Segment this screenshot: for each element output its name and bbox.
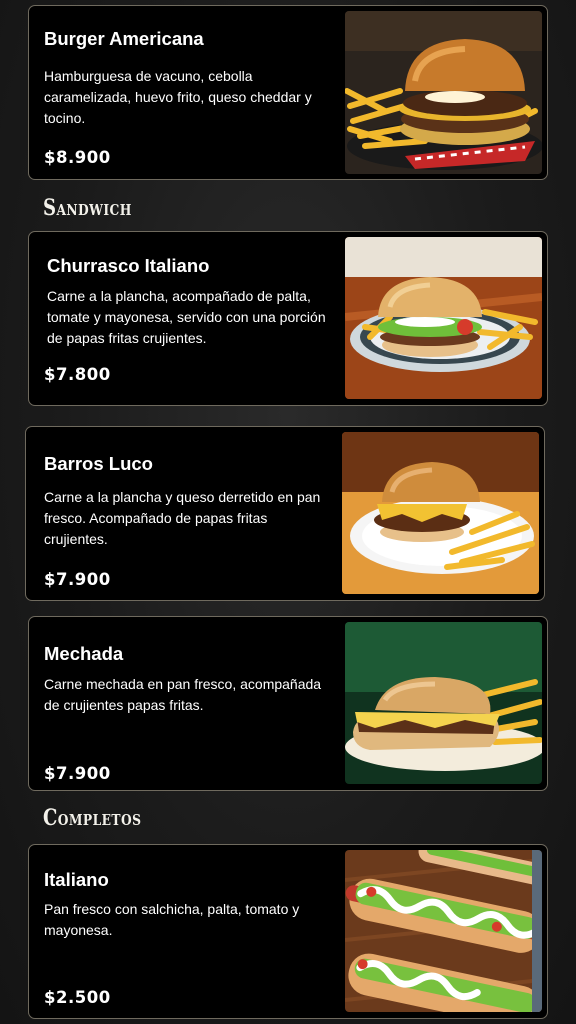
section-title-sandwich: Sandwich <box>43 195 132 221</box>
mechada-sandwich-photo-icon <box>345 622 542 784</box>
menu-item-italiano[interactable]: Italiano Pan fresco con salchicha, palta… <box>28 844 548 1019</box>
burger-fries-photo-icon <box>345 11 542 174</box>
item-title: Mechada <box>44 643 124 664</box>
item-title: Barros Luco <box>44 453 153 474</box>
item-price: $7.800 <box>44 365 111 384</box>
item-price: $7.900 <box>44 570 111 589</box>
item-description: Carne mechada en pan fresco, acompañada … <box>44 676 322 713</box>
item-description: Pan fresco con salchicha, palta, tomato … <box>44 901 300 938</box>
section-title-completos: Completos <box>43 805 142 831</box>
item-title: Italiano <box>44 869 109 890</box>
item-price: $2.500 <box>44 988 111 1007</box>
item-title: Burger Americana <box>44 28 204 49</box>
item-description: Carne a la plancha y queso derretido en … <box>44 489 321 547</box>
menu-item-mechada[interactable]: Mechada Carne mechada en pan fresco, aco… <box>28 616 548 791</box>
item-title: Churrasco Italiano <box>47 255 210 276</box>
menu-item-burger-americana[interactable]: Burger Americana Hamburguesa de vacuno, … <box>28 5 548 180</box>
item-description: Carne a la plancha, acompañado de palta,… <box>47 288 326 346</box>
item-description: Hamburguesa de vacuno, cebolla carameliz… <box>44 68 312 126</box>
item-price: $8.900 <box>44 148 111 167</box>
item-price: $7.900 <box>44 764 111 783</box>
barros-luco-sandwich-photo-icon <box>342 432 539 594</box>
menu-item-churrasco-italiano[interactable]: Churrasco Italiano Carne a la plancha, a… <box>28 231 548 406</box>
hot-dog-photo-icon <box>345 850 542 1012</box>
churrasco-sandwich-photo-icon <box>345 237 542 399</box>
menu-item-barros-luco[interactable]: Barros Luco Carne a la plancha y queso d… <box>25 426 545 601</box>
